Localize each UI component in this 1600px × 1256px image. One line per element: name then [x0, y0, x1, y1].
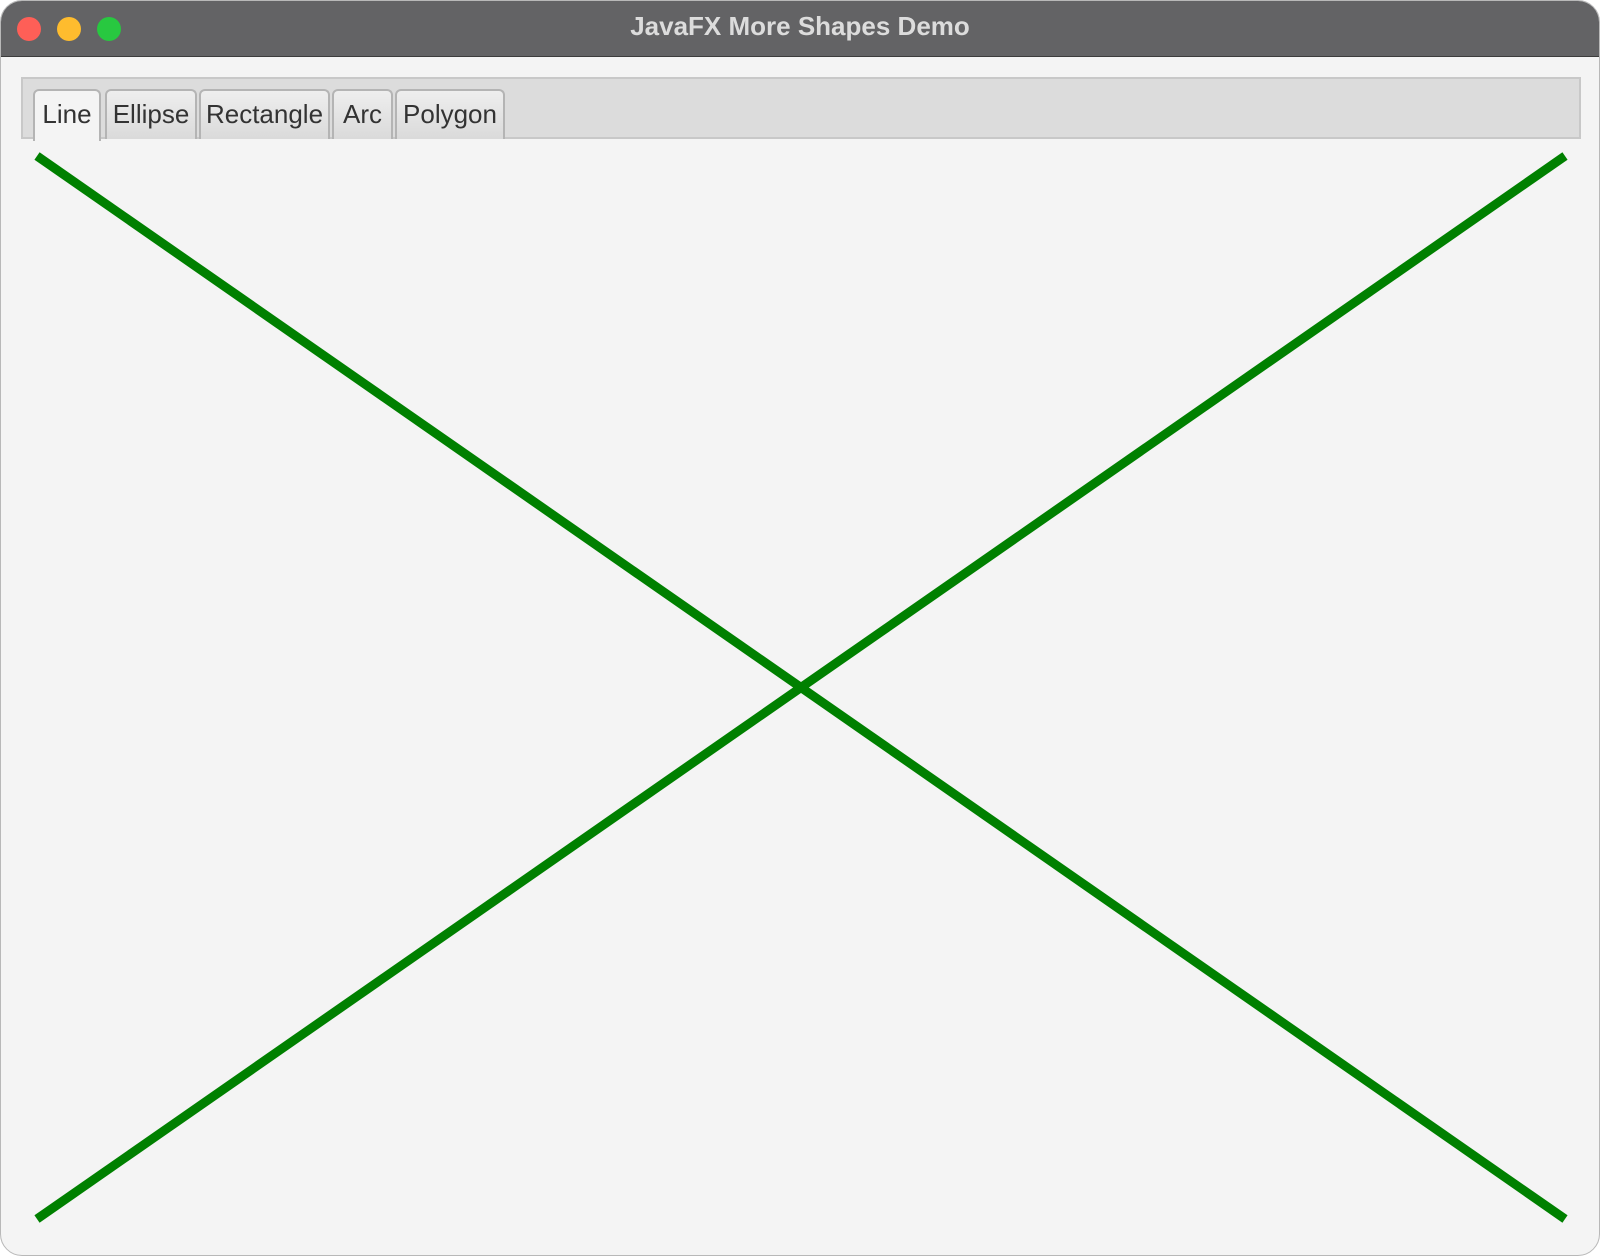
tab-polygon[interactable]: Polygon — [395, 89, 505, 139]
app-window: JavaFX More Shapes Demo Line Ellipse Rec… — [0, 0, 1600, 1256]
tab-line[interactable]: Line — [33, 89, 101, 141]
tab-rectangle[interactable]: Rectangle — [199, 89, 330, 139]
tab-header: Line Ellipse Rectangle Arc Polygon — [21, 77, 1581, 141]
shape-canvas — [34, 152, 1568, 1223]
tab-ellipse[interactable]: Ellipse — [105, 89, 197, 139]
tab-arc[interactable]: Arc — [332, 89, 393, 139]
window-title: JavaFX More Shapes Demo — [630, 11, 970, 41]
tab-content-line — [1, 139, 1599, 1255]
title-bar[interactable]: JavaFX More Shapes Demo — [1, 1, 1599, 57]
